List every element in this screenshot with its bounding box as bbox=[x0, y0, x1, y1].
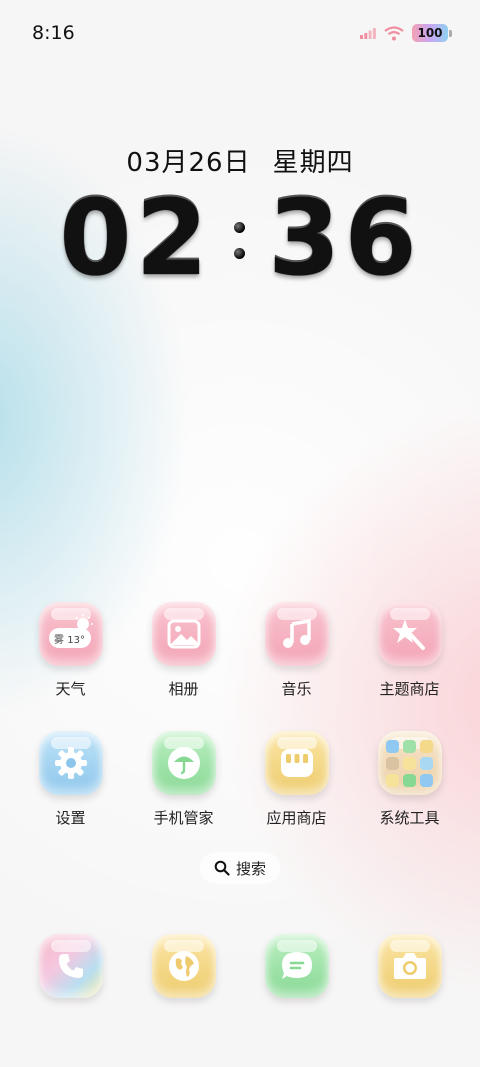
camera-icon bbox=[377, 934, 442, 998]
status-bar: 8:16 100 bbox=[0, 0, 480, 68]
clock-minutes: 36 bbox=[268, 177, 421, 299]
battery-indicator: 100 bbox=[412, 24, 452, 42]
signal-icon bbox=[360, 28, 376, 39]
folder-preview bbox=[384, 737, 436, 789]
battery-level: 100 bbox=[412, 24, 448, 42]
app-settings[interactable]: 设置 bbox=[15, 731, 127, 828]
wifi-icon bbox=[384, 25, 404, 40]
app-gallery[interactable]: 相册 bbox=[128, 602, 240, 699]
app-label: 应用商店 bbox=[266, 809, 327, 827]
search-button[interactable]: 搜索 bbox=[199, 852, 281, 884]
app-label: 设置 bbox=[55, 809, 86, 827]
app-row: 设置 手机管家 应用商店 系统工具 bbox=[0, 731, 480, 828]
music-icon bbox=[264, 602, 329, 666]
app-row: 雾 13° 天气 相册 音乐 主题商店 bbox=[0, 602, 480, 699]
app-weather[interactable]: 雾 13° 天气 bbox=[15, 602, 127, 699]
app-label: 音乐 bbox=[281, 680, 312, 698]
battery-tip bbox=[449, 29, 452, 37]
app-app-store[interactable]: 应用商店 bbox=[241, 731, 353, 828]
lockscreen-date: 03月26日 星期四 bbox=[0, 142, 480, 179]
status-icons: 100 bbox=[360, 24, 452, 42]
app-label: 主题商店 bbox=[379, 680, 440, 698]
status-time: 8:16 bbox=[32, 22, 75, 44]
app-theme-store[interactable]: 主题商店 bbox=[354, 602, 466, 699]
date-text: 03月26日 bbox=[126, 148, 251, 178]
clock-colon bbox=[222, 198, 258, 278]
app-grid: 雾 13° 天气 相册 音乐 主题商店 设置 手机管家 应用商店 系统工具 bbox=[0, 602, 480, 860]
app-system-tools[interactable]: 系统工具 bbox=[354, 731, 466, 828]
umbrella-icon bbox=[151, 731, 216, 795]
app-label: 相册 bbox=[168, 680, 199, 698]
dock-browser[interactable] bbox=[128, 934, 240, 998]
app-label: 手机管家 bbox=[153, 809, 214, 827]
app-phone-manager[interactable]: 手机管家 bbox=[128, 731, 240, 828]
phone-icon bbox=[38, 934, 103, 998]
weekday-text: 星期四 bbox=[272, 148, 354, 178]
dock-phone[interactable] bbox=[15, 934, 127, 998]
photo-icon bbox=[151, 602, 216, 666]
search-icon bbox=[214, 860, 230, 876]
search-label: 搜索 bbox=[235, 859, 267, 878]
theme-store-icon bbox=[377, 602, 442, 666]
weather-icon: 雾 13° bbox=[38, 602, 103, 666]
dock-messages[interactable] bbox=[241, 934, 353, 998]
app-music[interactable]: 音乐 bbox=[241, 602, 353, 699]
dock bbox=[0, 934, 480, 998]
folder-icon bbox=[377, 731, 442, 795]
store-icon bbox=[264, 731, 329, 795]
message-icon bbox=[264, 934, 329, 998]
app-label: 天气 bbox=[55, 680, 86, 698]
gear-icon bbox=[38, 731, 103, 795]
app-label: 系统工具 bbox=[379, 809, 440, 827]
dock-camera[interactable] bbox=[354, 934, 466, 998]
weather-chip: 雾 13° bbox=[48, 628, 91, 648]
browser-icon bbox=[151, 934, 216, 998]
clock-hours: 02 bbox=[59, 177, 212, 299]
clock-widget[interactable]: 02 36 bbox=[0, 186, 480, 290]
